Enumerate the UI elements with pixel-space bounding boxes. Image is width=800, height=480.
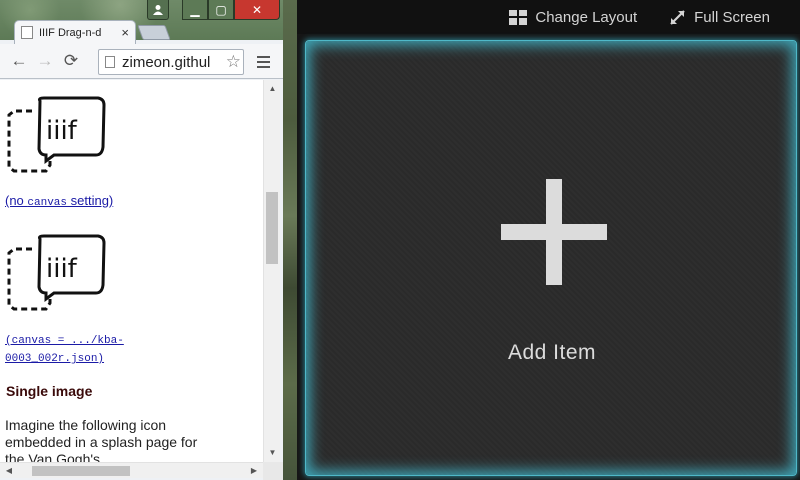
close-tab-icon[interactable]: × (121, 25, 129, 40)
scroll-left-icon[interactable]: ◀ (2, 463, 16, 479)
user-icon[interactable] (147, 0, 169, 20)
tab-title: IIIF Drag-n-d (39, 26, 102, 39)
viewer-app: Change Layout Full Screen Add Item (297, 0, 800, 480)
app-toolbar: Change Layout Full Screen (297, 0, 800, 34)
browser-toolbar: ← → ⟳ zimeon.githul ☆ (0, 44, 283, 79)
scroll-down-icon[interactable]: ▼ (264, 446, 281, 460)
hscroll-thumb[interactable] (32, 466, 130, 476)
iiif-logo-1[interactable]: iiif (6, 95, 106, 175)
address-bar[interactable]: zimeon.githul ☆ (98, 49, 244, 75)
no-canvas-link[interactable]: (no canvas setting) (5, 193, 113, 209)
full-screen-label: Full Screen (694, 8, 770, 26)
page-content: iiif (no canvas setting) iiif (canvas = … (0, 80, 263, 462)
bookmark-star-icon[interactable]: ☆ (226, 52, 241, 72)
change-layout-button[interactable]: Change Layout (509, 9, 637, 26)
svg-text:iiif: iiif (46, 254, 78, 284)
back-button[interactable]: ← (6, 48, 32, 74)
desktop-background (283, 0, 297, 480)
reload-button[interactable]: ⟳ (58, 48, 84, 74)
page-icon (105, 56, 115, 68)
intro-paragraph: Imagine the following icon embedded in a… (5, 417, 198, 462)
section-heading: Single image (6, 383, 93, 399)
scrollbar-corner (263, 462, 283, 480)
forward-button[interactable]: → (32, 48, 58, 74)
browser-window: IIIF Drag-n-d × ▁ ▢ ✕ ← → ⟳ zimeon.githu… (0, 0, 283, 480)
scroll-right-icon[interactable]: ▶ (247, 463, 261, 479)
svg-text:iiif: iiif (46, 116, 78, 146)
add-item-label[interactable]: Add Item (306, 341, 798, 365)
new-tab-button[interactable] (137, 25, 171, 40)
grid-layout-icon (509, 9, 528, 25)
iiif-logo-2[interactable]: iiif (6, 233, 106, 313)
plus-icon[interactable] (501, 179, 607, 285)
close-window-button[interactable]: ✕ (234, 0, 280, 20)
expand-arrows-icon (670, 9, 685, 25)
horizontal-scrollbar[interactable]: ◀ ▶ (0, 462, 263, 478)
browser-tab[interactable]: IIIF Drag-n-d × (14, 20, 136, 44)
minimize-button[interactable]: ▁ (182, 0, 208, 20)
maximize-button[interactable]: ▢ (208, 0, 234, 20)
add-item-slot[interactable]: Add Item (305, 40, 797, 476)
page-icon (21, 26, 33, 39)
hamburger-menu-icon[interactable] (252, 50, 274, 74)
vertical-scrollbar[interactable]: ▲ ▼ (263, 80, 280, 462)
change-layout-label: Change Layout (535, 8, 638, 26)
scroll-thumb[interactable] (266, 192, 278, 264)
scroll-up-icon[interactable]: ▲ (264, 82, 281, 96)
full-screen-button[interactable]: Full Screen (669, 9, 770, 26)
canvas-json-link[interactable]: (canvas = .../kba- 0003_002r.json) (5, 332, 124, 368)
url-text[interactable]: zimeon.githul (122, 54, 224, 71)
